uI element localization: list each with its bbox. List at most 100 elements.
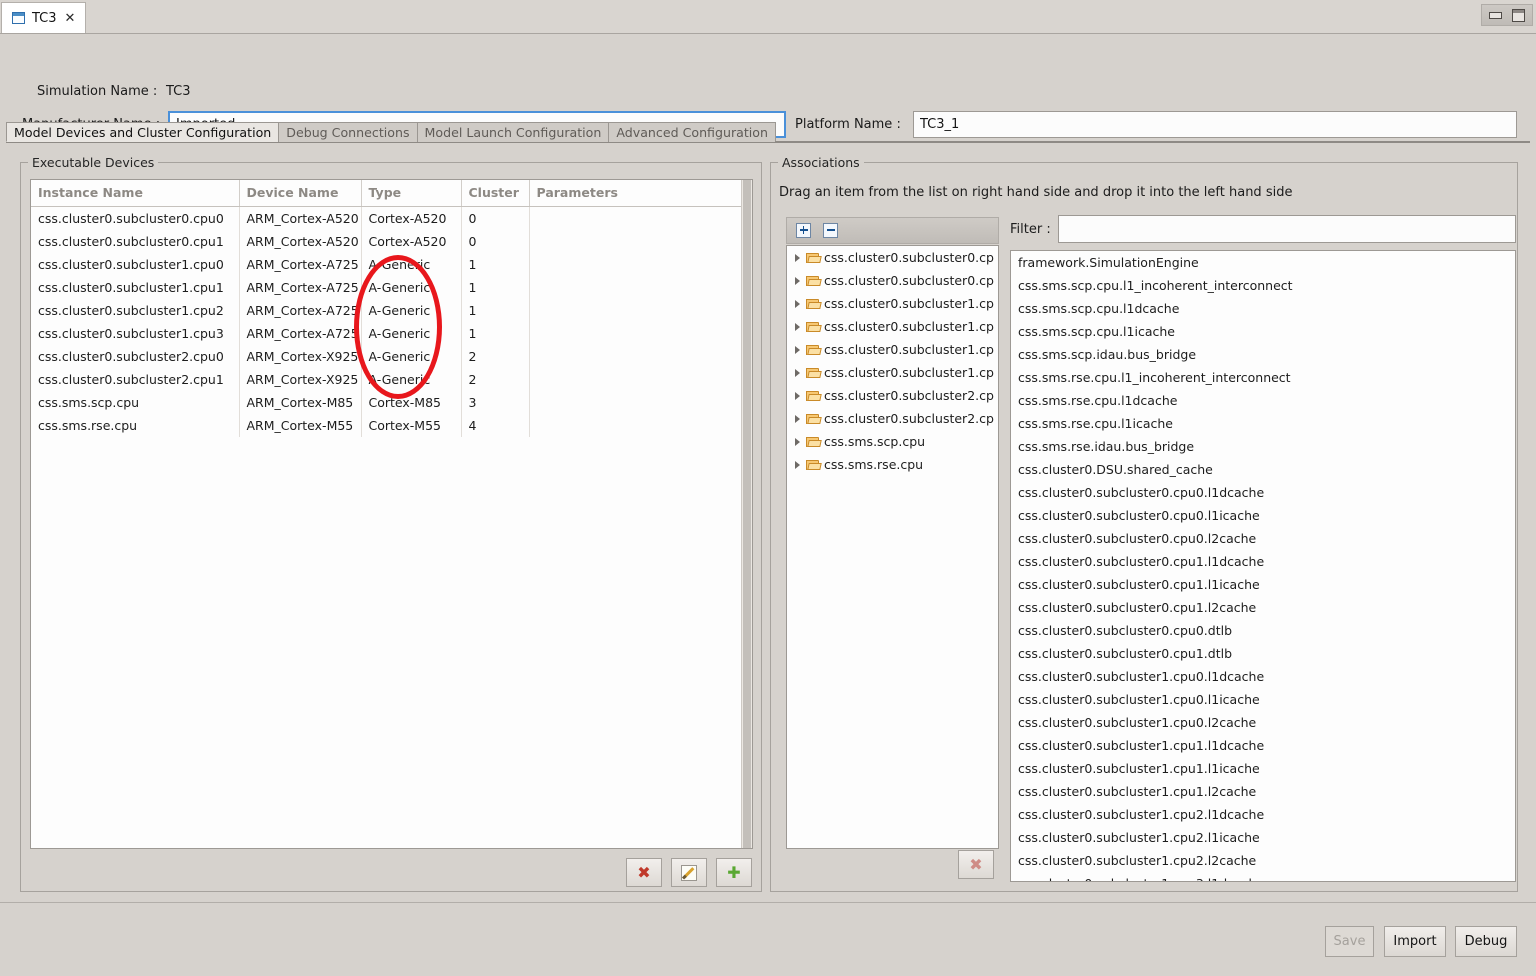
tree-item[interactable]: css.sms.rse.cpu (787, 453, 998, 476)
table-row[interactable]: css.cluster0.subcluster0.cpu0 ARM_Cortex-… (31, 206, 752, 230)
tab-model-devices-and-cluster-configuration[interactable]: Model Devices and Cluster Configuration (6, 122, 280, 142)
tree-item[interactable]: css.cluster0.subcluster2.cp (787, 407, 998, 430)
chevron-right-icon[interactable] (795, 322, 800, 331)
table-row[interactable]: css.cluster0.subcluster2.cpu1 ARM_Cortex-… (31, 367, 752, 391)
list-item[interactable]: css.cluster0.subcluster0.cpu1.dtlb (1011, 642, 1515, 665)
list-item[interactable]: css.sms.rse.idau.bus_bridge (1011, 435, 1515, 458)
tab-advanced-configuration[interactable]: Advanced Configuration (608, 122, 776, 142)
tree-item[interactable]: css.sms.scp.cpu (787, 430, 998, 453)
tab-model-launch-configuration[interactable]: Model Launch Configuration (416, 122, 610, 142)
list-item[interactable]: framework.SimulationEngine (1011, 251, 1515, 274)
list-item[interactable]: css.cluster0.subcluster1.cpu0.l2cache (1011, 711, 1515, 734)
import-button[interactable]: Import (1384, 926, 1446, 957)
tree-item[interactable]: css.cluster0.subcluster1.cp (787, 338, 998, 361)
tree-item[interactable]: css.cluster0.subcluster1.cp (787, 361, 998, 384)
table-vertical-scrollbar[interactable] (741, 180, 752, 848)
list-item[interactable]: css.cluster0.subcluster1.cpu3.l1dcache (1011, 872, 1515, 881)
list-item[interactable]: css.sms.scp.cpu.l1dcache (1011, 297, 1515, 320)
list-item[interactable]: css.cluster0.subcluster1.cpu2.l1dcache (1011, 803, 1515, 826)
list-item[interactable]: css.cluster0.subcluster1.cpu1.l1icache (1011, 757, 1515, 780)
column-header-cluster[interactable]: Cluster (461, 180, 530, 207)
list-item[interactable]: css.cluster0.subcluster0.cpu1.l1dcache (1011, 550, 1515, 573)
list-item[interactable]: css.sms.scp.cpu.l1_incoherent_interconne… (1011, 274, 1515, 297)
tree-item[interactable]: css.cluster0.subcluster0.cp (787, 269, 998, 292)
table-row[interactable]: css.cluster0.subcluster1.cpu3 ARM_Cortex-… (31, 321, 752, 345)
tree-item[interactable]: css.cluster0.subcluster1.cp (787, 292, 998, 315)
list-item[interactable]: css.sms.scp.cpu.l1icache (1011, 320, 1515, 343)
cell-type: A-Generic (361, 321, 462, 345)
maximize-icon[interactable] (1512, 8, 1525, 22)
table-row[interactable]: css.cluster0.subcluster1.cpu0 ARM_Cortex-… (31, 252, 752, 276)
list-item[interactable]: css.cluster0.subcluster0.cpu1.l1icache (1011, 573, 1515, 596)
list-item[interactable]: css.sms.rse.cpu.l1icache (1011, 412, 1515, 435)
table-header: Instance Name Device Name Type Cluster P… (31, 180, 752, 207)
table-row[interactable]: css.cluster0.subcluster1.cpu1 ARM_Cortex-… (31, 275, 752, 299)
chevron-right-icon[interactable] (795, 414, 800, 423)
list-item[interactable]: css.cluster0.subcluster1.cpu2.l2cache (1011, 849, 1515, 872)
remove-association-button[interactable]: ✖ (958, 850, 994, 879)
minimize-icon[interactable] (1489, 11, 1502, 19)
cell-cluster: 0 (461, 206, 530, 230)
delete-device-button[interactable]: ✖ (626, 858, 662, 887)
expand-all-icon[interactable] (796, 223, 811, 238)
list-item[interactable]: css.sms.rse.cpu.l1_incoherent_interconne… (1011, 366, 1515, 389)
cell-device: ARM_Cortex-X925 (239, 344, 362, 368)
table-row[interactable]: css.cluster0.subcluster1.cpu2 ARM_Cortex-… (31, 298, 752, 322)
collapse-all-icon[interactable] (823, 223, 838, 238)
cell-instance: css.cluster0.subcluster1.cpu2 (31, 298, 240, 322)
save-button[interactable]: Save (1325, 926, 1374, 957)
column-header-device-name[interactable]: Device Name (239, 180, 362, 207)
window-tab-tc3[interactable]: TC3 ✕ (1, 2, 87, 33)
list-item[interactable]: css.cluster0.subcluster1.cpu0.l1dcache (1011, 665, 1515, 688)
tree-item[interactable]: css.cluster0.subcluster1.cp (787, 315, 998, 338)
list-item[interactable]: css.cluster0.subcluster0.cpu0.l1dcache (1011, 481, 1515, 504)
list-item[interactable]: css.cluster0.subcluster0.cpu0.dtlb (1011, 619, 1515, 642)
main-tab-strip: Model Devices and Cluster Configuration … (6, 122, 1530, 143)
list-item[interactable]: css.cluster0.subcluster0.cpu1.l2cache (1011, 596, 1515, 619)
column-header-instance-name[interactable]: Instance Name (31, 180, 240, 207)
column-header-parameters[interactable]: Parameters (529, 180, 752, 207)
chevron-right-icon[interactable] (795, 437, 800, 446)
list-item[interactable]: css.cluster0.subcluster0.cpu0.l2cache (1011, 527, 1515, 550)
pencil-icon (681, 864, 697, 881)
column-header-type[interactable]: Type (361, 180, 462, 207)
list-item[interactable]: css.cluster0.subcluster1.cpu1.l2cache (1011, 780, 1515, 803)
tree-item-label: css.cluster0.subcluster1.cp (824, 296, 994, 311)
chevron-right-icon[interactable] (795, 391, 800, 400)
table-row[interactable]: css.cluster0.subcluster2.cpu0 ARM_Cortex-… (31, 344, 752, 368)
add-device-button[interactable]: ✚ (716, 858, 752, 887)
list-item[interactable]: css.cluster0.DSU.shared_cache (1011, 458, 1515, 481)
cell-cluster: 1 (461, 321, 530, 345)
footer-separator (0, 902, 1536, 903)
chevron-right-icon[interactable] (795, 253, 800, 262)
filter-input[interactable] (1058, 215, 1516, 243)
cell-type: Cortex-A520 (361, 229, 462, 253)
table-row[interactable]: css.sms.scp.cpu ARM_Cortex-M85 Cortex-M85 3 (31, 390, 752, 414)
cell-cluster: 2 (461, 344, 530, 368)
folder-icon (806, 436, 821, 448)
list-item[interactable]: css.cluster0.subcluster0.cpu0.l1icache (1011, 504, 1515, 527)
chevron-right-icon[interactable] (795, 299, 800, 308)
list-item[interactable]: css.sms.rse.cpu.l1dcache (1011, 389, 1515, 412)
list-item[interactable]: css.cluster0.subcluster1.cpu1.l1dcache (1011, 734, 1515, 757)
tab-debug-connections[interactable]: Debug Connections (278, 122, 418, 142)
list-item[interactable]: css.cluster0.subcluster1.cpu0.l1icache (1011, 688, 1515, 711)
chevron-right-icon[interactable] (795, 460, 800, 469)
associations-tree[interactable]: css.cluster0.subcluster0.cp css.cluster0.… (786, 245, 999, 849)
scrollbar-thumb[interactable] (743, 180, 751, 848)
chevron-right-icon[interactable] (795, 368, 800, 377)
tree-item[interactable]: css.cluster0.subcluster0.cp (787, 246, 998, 269)
available-items-list[interactable]: framework.SimulationEngine css.sms.scp.cp… (1010, 250, 1516, 882)
table-row[interactable]: css.sms.rse.cpu ARM_Cortex-M55 Cortex-M55 4 (31, 413, 752, 437)
edit-device-button[interactable] (671, 858, 707, 887)
list-item[interactable]: css.sms.scp.idau.bus_bridge (1011, 343, 1515, 366)
tree-item[interactable]: css.cluster0.subcluster2.cp (787, 384, 998, 407)
debug-button[interactable]: Debug (1455, 926, 1517, 957)
list-item[interactable]: css.cluster0.subcluster1.cpu2.l1icache (1011, 826, 1515, 849)
chevron-right-icon[interactable] (795, 345, 800, 354)
chevron-right-icon[interactable] (795, 276, 800, 285)
table-row[interactable]: css.cluster0.subcluster0.cpu1 ARM_Cortex-… (31, 229, 752, 253)
close-icon[interactable]: ✕ (64, 12, 77, 25)
executable-devices-group-title: Executable Devices (28, 155, 159, 170)
folder-icon (806, 252, 821, 264)
